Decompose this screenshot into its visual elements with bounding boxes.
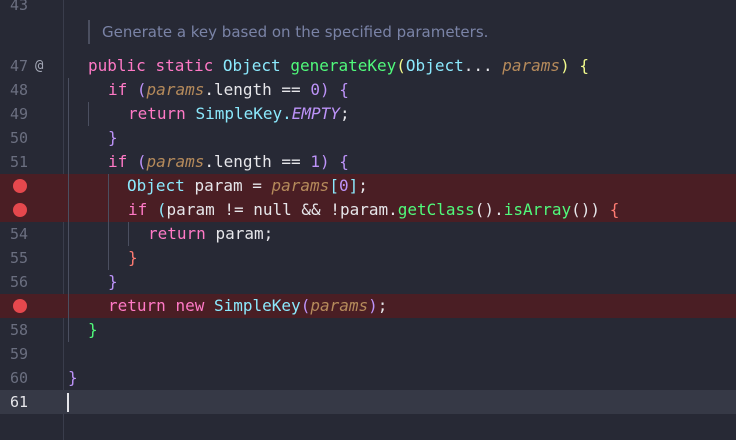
code-line-56[interactable]: 56 } [0, 270, 736, 294]
code-line-51[interactable]: 51 if (params.length == 1) { [0, 150, 736, 174]
code-line-53[interactable]: if (param != null && !param.getClass().i… [0, 198, 736, 222]
line-number: 48 [9, 81, 28, 99]
line-number: 61 [9, 393, 28, 411]
code-text: } [128, 248, 138, 267]
breakpoint-icon[interactable] [13, 179, 27, 193]
code-line-50[interactable]: 50 } [0, 126, 736, 150]
code-text: } [108, 128, 118, 147]
line-number: 59 [9, 345, 28, 363]
doc-comment: Generate a key based on the specified pa… [88, 20, 730, 44]
text-cursor [67, 393, 69, 412]
code-line-57[interactable]: return new SimpleKey(params); [0, 294, 736, 318]
code-line-47[interactable]: 47 @ public static Object generateKey(Ob… [0, 54, 736, 78]
code-text: if (params.length == 1) { [108, 152, 349, 171]
code-text: return SimpleKey.EMPTY; [128, 104, 350, 123]
code-text: if (param != null && !param.getClass().i… [128, 200, 620, 219]
code-line-59[interactable]: 59 [0, 342, 736, 366]
code-text: if (params.length == 0) { [108, 80, 349, 99]
code-text: public static Object generateKey(Object.… [88, 56, 589, 75]
code-line-48[interactable]: 48 if (params.length == 0) { [0, 78, 736, 102]
line-number: 43 [9, 0, 28, 14]
line-number: 54 [9, 225, 28, 243]
line-number: 56 [9, 273, 28, 291]
code-line-52[interactable]: Object param = params[0]; [0, 174, 736, 198]
indent-guide [68, 78, 69, 342]
line-number: 58 [9, 321, 28, 339]
code-line-54[interactable]: 54 return param; [0, 222, 736, 246]
line-number: 55 [9, 249, 28, 267]
doc-comment-text: Generate a key based on the specified pa… [102, 23, 489, 41]
line-number: 60 [9, 369, 28, 387]
code-line-49[interactable]: 49 return SimpleKey.EMPTY; [0, 102, 736, 126]
code-line-43[interactable]: 43 [0, 0, 736, 17]
indent-guide [128, 222, 129, 246]
code-line-58[interactable]: 58 } [0, 318, 736, 342]
line-number: 51 [9, 153, 28, 171]
code-text: } [108, 272, 118, 291]
code-line-60[interactable]: 60 } [0, 366, 736, 390]
code-text: } [68, 368, 78, 387]
code-line-55[interactable]: 55 } [0, 246, 736, 270]
code-text: Object param = params[0]; [127, 176, 368, 195]
breakpoint-icon[interactable] [13, 299, 27, 313]
code-line-61[interactable]: 61 [0, 390, 736, 414]
indent-guide [108, 174, 109, 270]
code-text: return new SimpleKey(params); [108, 296, 388, 315]
breakpoint-icon[interactable] [13, 203, 27, 217]
line-number: 49 [9, 105, 28, 123]
code-text: } [88, 320, 98, 339]
line-number: 47 [9, 57, 28, 75]
code-text: return param; [148, 224, 274, 243]
line-number: 50 [9, 129, 28, 147]
override-marker-icon[interactable]: @ [35, 54, 43, 78]
indent-guide [88, 102, 89, 126]
